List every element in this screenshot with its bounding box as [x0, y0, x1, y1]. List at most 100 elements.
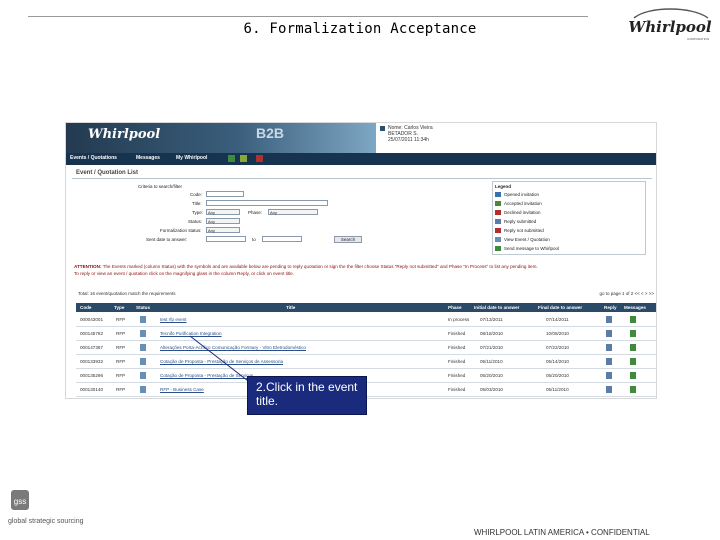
event-title-link[interactable]: RFP - Business Case	[160, 387, 204, 392]
legend-label: Accepted invitation	[504, 201, 542, 206]
message-icon[interactable]	[228, 155, 235, 162]
col-code[interactable]: Code	[80, 305, 91, 310]
table-row: 000043001 RFP test rfp event In process …	[76, 313, 656, 327]
col-reply[interactable]: Reply	[604, 305, 617, 310]
code-label: Code:	[190, 192, 203, 197]
legend-item-not-submitted: Reply not submitted	[495, 228, 544, 234]
cell-code: 000130140	[80, 387, 103, 392]
svg-text:gss: gss	[14, 497, 26, 506]
status-icon	[140, 386, 146, 393]
date-to-label: to	[252, 237, 256, 242]
user-info: Nome: Carlos Vieira BETADOR S. 25/07/201…	[380, 125, 433, 143]
col-type[interactable]: Type	[114, 305, 124, 310]
status-icon	[140, 316, 146, 323]
attention-notice: ATTENTION: The Events marked (column Sta…	[74, 263, 654, 277]
legend-panel: Legend Opened invitation Accepted invita…	[492, 181, 646, 255]
legend-label: Reply not submitted	[504, 228, 544, 233]
title-rule	[28, 16, 588, 17]
magnifier-icon[interactable]	[606, 316, 612, 323]
magnifier-icon[interactable]	[606, 386, 612, 393]
table-header: Code Type Status Title Phase Initial dat…	[76, 303, 656, 312]
status-icon	[140, 330, 146, 337]
phase-label: Phase:	[248, 210, 263, 215]
message-icon[interactable]	[630, 330, 636, 337]
magnifier-icon[interactable]	[606, 372, 612, 379]
col-initial-date[interactable]: Initial date to answer	[474, 305, 519, 310]
message-icon[interactable]	[630, 386, 636, 393]
sent-date-label: Sent date to answer:	[146, 237, 188, 242]
magnifier-icon[interactable]	[606, 330, 612, 337]
accepted-invitation-icon	[495, 201, 501, 207]
nav-messages[interactable]: Messages	[136, 155, 160, 161]
message-icon[interactable]	[630, 316, 636, 323]
col-title[interactable]: Title	[286, 305, 295, 310]
close-icon[interactable]	[256, 155, 263, 162]
legend-item-view: View Event / Quotation	[495, 237, 550, 243]
result-count: Total: 16 event/quotation match the requ…	[78, 291, 176, 296]
col-phase[interactable]: Phase	[448, 305, 462, 310]
legend-title: Legend	[495, 184, 512, 189]
event-title-link[interactable]: test rfp event	[160, 317, 187, 322]
title-input[interactable]	[206, 200, 328, 206]
legend-item-accepted: Accepted invitation	[495, 201, 542, 207]
message-icon[interactable]	[630, 372, 636, 379]
confidential-footer: WHIRLPOOL LATIN AMERICA • CONFIDENTIAL	[474, 528, 650, 537]
cell-code: 000043001	[80, 317, 103, 322]
embedded-screenshot: Whirlpool B2B Nome: Carlos Vieira BETADO…	[65, 122, 657, 399]
nav-my-whirlpool[interactable]: My Whirlpool	[176, 155, 207, 161]
code-input[interactable]	[206, 191, 244, 197]
col-final-date[interactable]: Final date to answer	[538, 305, 582, 310]
cell-code: 000147367	[80, 345, 103, 350]
cell-final-date: 07/14/2011	[546, 317, 569, 322]
breadcrumb-rule	[72, 178, 652, 179]
criteria-heading: Criteria to search/filter	[138, 184, 183, 189]
status-select[interactable]: Any	[206, 218, 240, 224]
nav-events-quotations[interactable]: Events / Quotations	[70, 155, 117, 161]
event-title-link[interactable]: Tecnifo Purification Integration	[160, 331, 222, 336]
event-title-link[interactable]: Cotação de Proposta - Prestação de Servi…	[160, 373, 253, 378]
pager[interactable]: go to page 1 of 2 << < > >>	[599, 291, 654, 296]
cell-final-date: 07/22/2010	[546, 345, 569, 350]
cell-type: RFP	[116, 359, 126, 364]
breadcrumb: Event / Quotation List	[76, 170, 139, 176]
chart-icon[interactable]	[240, 155, 247, 162]
type-select[interactable]: Any	[206, 209, 240, 215]
search-button[interactable]: Search	[334, 236, 362, 243]
cell-final-date: 05/20/2010	[546, 373, 569, 378]
cell-type: RFP	[116, 331, 126, 336]
legend-label: Send message to Whirlpool	[504, 246, 560, 251]
cell-initial-date: 07/13/2011	[480, 317, 503, 322]
svg-text:global strategic sourcing: global strategic sourcing	[8, 518, 84, 525]
magnifier-icon[interactable]	[606, 344, 612, 351]
main-nav: Events / Quotations Messages My Whirlpoo…	[66, 153, 656, 165]
legend-item-declined: Declined invitation	[495, 210, 541, 216]
legend-item-opened: Opened invitation	[495, 192, 539, 198]
date-from-input[interactable]	[206, 236, 246, 242]
message-icon[interactable]	[630, 344, 636, 351]
title-label: Title:	[192, 201, 202, 206]
cell-type: RFP	[116, 387, 126, 392]
cell-phase: Finished	[448, 387, 466, 392]
send-message-icon	[495, 246, 501, 252]
col-status[interactable]: Status	[136, 305, 150, 310]
user-icon	[380, 126, 385, 131]
message-icon[interactable]	[630, 358, 636, 365]
magnifier-icon[interactable]	[606, 358, 612, 365]
cell-initial-date: 05/20/2010	[480, 373, 503, 378]
event-title-link[interactable]: Alterações Porta-Acrílico Comunicação Fo…	[160, 345, 306, 350]
col-messages[interactable]: Messages	[624, 305, 646, 310]
date-to-input[interactable]	[262, 236, 302, 242]
declined-invitation-icon	[495, 210, 501, 216]
app-logo: Whirlpool	[88, 127, 161, 142]
formalization-select[interactable]: Any	[206, 227, 240, 233]
whirlpool-logo: Whirlpool CORPORATION	[628, 8, 712, 41]
instruction-callout: 2.Click in the event title.	[247, 376, 367, 415]
svg-text:CORPORATION: CORPORATION	[687, 37, 709, 41]
cell-initial-date: 05/11/2010	[480, 359, 503, 364]
table-toolbar: Total: 16 event/quotation match the requ…	[78, 291, 654, 296]
phase-select[interactable]: Any	[268, 209, 318, 215]
legend-item-submitted: Reply submitted	[495, 219, 536, 225]
cell-initial-date: 07/21/2010	[480, 345, 503, 350]
cell-final-date: 05/14/2010	[546, 359, 569, 364]
event-title-link[interactable]: Cotação de Proposta - Prestação de Servi…	[160, 359, 283, 364]
